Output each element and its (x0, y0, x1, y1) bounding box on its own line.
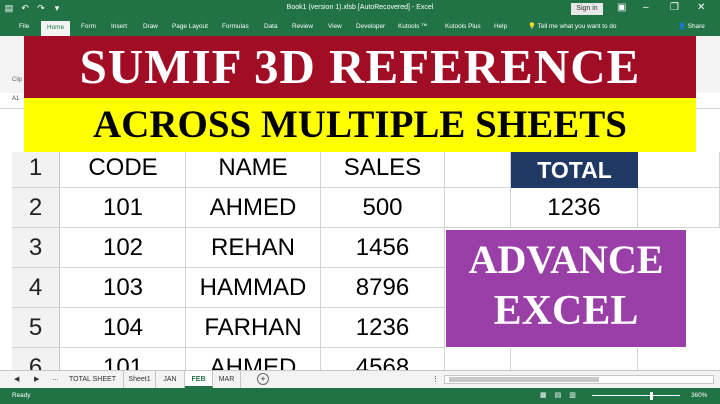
name-box[interactable]: A1 (12, 96, 19, 102)
zoom-slider[interactable] (592, 395, 680, 396)
add-sheet-icon[interactable]: + (257, 373, 269, 385)
table-cell[interactable] (638, 188, 720, 228)
ribbon-display-options-icon[interactable]: ▣ (617, 2, 626, 14)
tab-review[interactable]: Review (292, 23, 313, 30)
table-cell[interactable] (445, 152, 511, 188)
split-handle-icon[interactable]: ⋮ (432, 375, 439, 383)
normal-view-icon[interactable]: ▦ (540, 391, 547, 399)
cell-name[interactable]: FARHAN (186, 308, 321, 348)
zoom-level[interactable]: 360% (691, 392, 707, 399)
tab-page-layout[interactable]: Page Layout (172, 23, 208, 30)
advance-excel-badge: ADVANCE EXCEL (446, 230, 686, 347)
more-sheets-icon[interactable]: … (52, 375, 59, 382)
tab-file[interactable]: File (19, 23, 29, 30)
table-cell[interactable] (511, 348, 638, 370)
sign-in-button[interactable]: Sign in (571, 3, 603, 15)
close-icon[interactable]: ✕ (697, 2, 705, 14)
sheet-tab-jan[interactable]: JAN (156, 371, 185, 388)
tab-view[interactable]: View (328, 23, 342, 30)
cell-sales[interactable]: 8796 (321, 268, 445, 308)
cell-code[interactable]: 101 (61, 188, 186, 228)
title-banner: SUMIF 3D REFERENCE (24, 36, 696, 98)
excel-label: EXCEL (493, 288, 639, 334)
cell-code[interactable]: 102 (61, 228, 186, 268)
status-ready: Ready (12, 392, 31, 399)
tell-me-label: Tell me what you want to do (537, 23, 617, 30)
advance-label: ADVANCE (468, 237, 664, 282)
tell-me-search[interactable]: 💡 Tell me what you want to do (528, 22, 616, 30)
header-code[interactable]: CODE (61, 152, 186, 188)
page-break-view-icon[interactable]: ▥ (569, 391, 576, 399)
table-cell[interactable] (638, 152, 720, 188)
header-sales[interactable]: SALES (321, 152, 445, 188)
horizontal-scrollbar[interactable] (444, 375, 714, 384)
cell-name[interactable]: HAMMAD (186, 268, 321, 308)
sheet-tab-bar: ◀ ▶ … TOTAL SHEET Sheet1 JAN FEB MAR + ⋮ (0, 370, 720, 388)
cell-code[interactable]: 104 (61, 308, 186, 348)
cell-sales[interactable]: 4568 (321, 348, 445, 370)
tab-insert[interactable]: Insert (111, 23, 127, 30)
tab-draw[interactable]: Draw (143, 23, 158, 30)
next-sheet-icon[interactable]: ▶ (34, 375, 39, 383)
prev-sheet-icon[interactable]: ◀ (14, 375, 19, 383)
cell-name[interactable]: AHMED (186, 348, 321, 370)
clipboard-group-label: Clip (12, 77, 23, 83)
worksheet-grid[interactable]: 1 2 3 4 5 6 CODE NAME SALES 101 AHMED 50… (0, 152, 720, 370)
tab-kutools[interactable]: Kutools ™ (398, 23, 427, 30)
zoom-slider-knob[interactable] (650, 392, 653, 400)
cell-sales[interactable]: 1236 (321, 308, 445, 348)
tab-developer[interactable]: Developer (356, 23, 385, 30)
table-cell[interactable] (445, 348, 511, 370)
tab-formulas[interactable]: Formulas (222, 23, 249, 30)
row-header-5[interactable]: 5 (12, 308, 60, 348)
row-header-6[interactable]: 6 (12, 348, 60, 370)
cell-name[interactable]: REHAN (186, 228, 321, 268)
ribbon-tabs: File Home Form Insert Draw Page Layout F… (0, 18, 720, 36)
scrollbar-thumb[interactable] (449, 377, 599, 382)
total-value-cell[interactable]: 1236 (511, 188, 638, 228)
restore-icon[interactable]: ❐ (670, 2, 679, 14)
tab-form[interactable]: Form (81, 23, 96, 30)
share-button[interactable]: 👤 Share (678, 22, 705, 30)
sheet-tab-sheet1[interactable]: Sheet1 (124, 371, 156, 388)
page-layout-view-icon[interactable]: ▤ (555, 391, 562, 399)
row-header-4[interactable]: 4 (12, 268, 60, 308)
sheet-tab-mar[interactable]: MAR (213, 371, 241, 388)
view-buttons: ▦ ▤ ▥ (540, 391, 576, 399)
row-header-1[interactable]: 1 (12, 152, 60, 188)
cell-code[interactable]: 101 (61, 348, 186, 370)
cell-sales[interactable]: 500 (321, 188, 445, 228)
sheet-tab-feb[interactable]: FEB (185, 371, 213, 388)
row-header-2[interactable]: 2 (12, 188, 60, 228)
total-header-cell[interactable]: TOTAL (511, 152, 638, 188)
title-bar: ▤ ↶ ↷ ▾ Book1 (version 1).xlsb [AutoReco… (0, 0, 720, 18)
cell-sales[interactable]: 1456 (321, 228, 445, 268)
tab-home[interactable]: Home (41, 21, 71, 36)
status-bar: Ready ▦ ▤ ▥ 360% (0, 388, 720, 404)
table-cell[interactable] (445, 188, 511, 228)
minimize-icon[interactable]: – (643, 2, 649, 14)
cell-code[interactable]: 103 (61, 268, 186, 308)
cell-name[interactable]: AHMED (186, 188, 321, 228)
subtitle-banner: ACROSS MULTIPLE SHEETS (24, 98, 696, 152)
tab-data[interactable]: Data (264, 23, 278, 30)
sheet-tab-total-sheet[interactable]: TOTAL SHEET (62, 371, 124, 388)
tab-help[interactable]: Help (494, 23, 507, 30)
row-header-3[interactable]: 3 (12, 228, 60, 268)
header-name[interactable]: NAME (186, 152, 321, 188)
tab-kutools-plus[interactable]: Kutools Plus (445, 23, 481, 30)
share-label: Share (687, 23, 705, 30)
document-title: Book1 (version 1).xlsb [AutoRecovered] -… (286, 4, 434, 11)
